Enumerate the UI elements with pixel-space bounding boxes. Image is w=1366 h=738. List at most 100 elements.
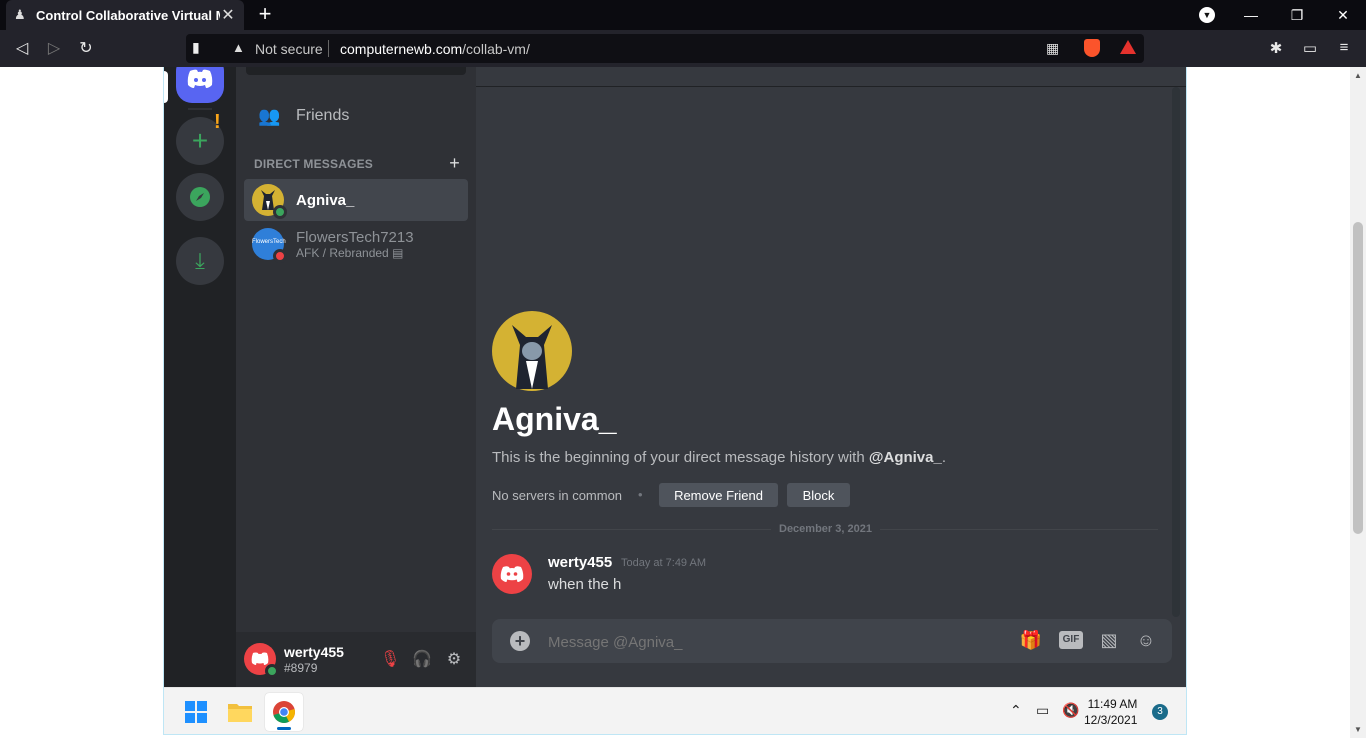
clock-time: 11:49 AM: [1087, 697, 1138, 711]
back-icon[interactable]: ◁: [11, 38, 33, 60]
dot-separator: •: [638, 487, 643, 502]
emoji-icon[interactable]: ☺: [1134, 630, 1158, 651]
dm-item-agniva[interactable]: Agniva_: [244, 179, 468, 221]
attach-plus-icon[interactable]: +: [510, 631, 530, 651]
avatar: [252, 184, 287, 219]
active-indicator: [277, 727, 291, 730]
close-tab-icon[interactable]: ✕: [220, 5, 236, 25]
gif-button[interactable]: GIF: [1059, 631, 1083, 649]
message-composer: + 🎁 GIF ▧ ☺: [492, 619, 1172, 663]
tab-search-icon[interactable]: ▼: [1199, 7, 1215, 23]
menu-icon[interactable]: ≡: [1334, 39, 1354, 56]
dm-name: FlowersTech7213: [296, 228, 414, 246]
dm-text: FlowersTech7213 AFK / Rebranded ▤: [284, 229, 414, 260]
dm-header-label: DIRECT MESSAGES: [254, 157, 374, 171]
dm-intro-text: This is the beginning of your direct mes…: [492, 449, 946, 466]
friends-icon: 👥: [258, 105, 281, 126]
message-author[interactable]: werty455: [548, 554, 612, 571]
close-window-button[interactable]: ✕: [1320, 0, 1366, 30]
remove-friend-button[interactable]: Remove Friend: [659, 483, 778, 507]
windows-logo-icon: [185, 701, 207, 723]
chat-scrollbar[interactable]: [1172, 87, 1180, 617]
message-text: when the h: [548, 576, 622, 593]
block-button[interactable]: Block: [787, 483, 850, 507]
windows-taskbar: ⌃ ▭ 🔇 11:49 AM 12/3/2021 3: [164, 687, 1186, 734]
friends-nav-item[interactable]: 👥 Friends: [244, 100, 468, 132]
dm-item-flowerstech[interactable]: FlowersTech FlowersTech7213 AFK / Rebran…: [244, 223, 468, 265]
avatar-text: FlowersTech: [252, 239, 286, 245]
chrome-icon: [273, 701, 295, 723]
online-status-icon: [273, 205, 287, 219]
browser-toolbar: ◁ ▷ ↻ ▮ ▲ Not secure computernewb.com/co…: [0, 30, 1366, 67]
bookmark-icon[interactable]: ▮: [192, 39, 200, 56]
address-bar[interactable]: ▮ ▲ Not secure computernewb.com/collab-v…: [186, 34, 1144, 63]
create-dm-icon[interactable]: +: [449, 153, 460, 174]
cat-avatar-icon: [512, 325, 552, 389]
intro-prefix: This is the beginning of your direct mes…: [492, 449, 869, 466]
wallet-icon[interactable]: ▭: [1300, 39, 1320, 57]
chrome-button[interactable]: [265, 693, 303, 731]
tab-favicon-icon: ♟: [14, 7, 26, 22]
page-scrollbar[interactable]: ▲ ▼: [1350, 67, 1366, 738]
explore-servers-button[interactable]: [176, 173, 224, 221]
gift-icon[interactable]: 🎁: [1019, 630, 1043, 651]
avatar[interactable]: [244, 643, 279, 678]
clock-date: 12/3/2021: [1084, 713, 1138, 727]
system-clock[interactable]: 11:49 AM 12/3/2021: [1084, 696, 1137, 728]
user-tag: #8979: [284, 661, 318, 675]
qr-code-icon[interactable]: ▦: [1046, 40, 1059, 57]
forward-icon[interactable]: ▷: [43, 38, 65, 60]
start-button[interactable]: [177, 693, 215, 731]
restore-button[interactable]: ❐: [1274, 0, 1320, 30]
chat-header: [476, 67, 1186, 87]
dm-sidebar: 👥 Friends DIRECT MESSAGES + Agniva_ Flow…: [236, 67, 476, 687]
find-conversation-input[interactable]: [246, 67, 466, 75]
status-note-icon: ▤: [392, 245, 404, 260]
server-separator: [188, 108, 212, 110]
vm-screen[interactable]: + ! ⤓ 👥 Friends DIRECT MESSAGES + Agniva…: [163, 67, 1187, 735]
profile-name: Agniva_: [492, 401, 617, 437]
date-divider-label: December 3, 2021: [771, 523, 880, 535]
dm-subtitle: AFK / Rebranded ▤: [296, 246, 414, 260]
dm-status-text: AFK / Rebranded: [296, 245, 389, 260]
sticker-icon[interactable]: ▧: [1097, 630, 1121, 651]
download-apps-button[interactable]: ⤓: [176, 237, 224, 285]
brave-shields-icon[interactable]: [1084, 39, 1100, 57]
notification-badge[interactable]: 3: [1152, 704, 1168, 720]
discord-home-button[interactable]: [176, 67, 224, 103]
compass-icon: [190, 187, 210, 207]
url-text[interactable]: computernewb.com/collab-vm/: [340, 41, 530, 57]
dnd-status-icon: [273, 249, 287, 263]
mute-mic-icon[interactable]: 🎙: [380, 649, 400, 669]
browser-tab[interactable]: ♟ Control Collaborative Virtual Mac ✕: [6, 0, 244, 30]
username: werty455: [284, 644, 344, 660]
profile-avatar[interactable]: [492, 311, 572, 391]
file-explorer-button[interactable]: [221, 693, 259, 731]
minimize-button[interactable]: —: [1228, 0, 1274, 30]
web-page: + ! ⤓ 👥 Friends DIRECT MESSAGES + Agniva…: [0, 67, 1350, 738]
reload-icon[interactable]: ↻: [75, 38, 97, 60]
server-list: + ! ⤓: [164, 67, 236, 687]
message-avatar[interactable]: [492, 554, 532, 594]
chevron-up-icon[interactable]: ⌃: [1010, 702, 1022, 719]
network-icon[interactable]: ▭: [1036, 702, 1049, 719]
user-panel: werty455 #8979 🎙 🎧 ⚙: [236, 632, 476, 687]
scrollbar-thumb[interactable]: [1353, 222, 1363, 534]
headphones-icon[interactable]: 🎧: [412, 649, 432, 669]
extensions-icon[interactable]: ✱: [1266, 39, 1286, 57]
not-secure-label[interactable]: Not secure: [255, 41, 323, 57]
message-input[interactable]: [548, 632, 988, 652]
scroll-up-icon[interactable]: ▲: [1353, 71, 1363, 80]
url-domain: computernewb.com: [340, 41, 463, 57]
warning-icon[interactable]: ▲: [232, 40, 245, 55]
scroll-down-icon[interactable]: ▼: [1353, 725, 1363, 734]
dm-header: DIRECT MESSAGES +: [254, 153, 460, 173]
friends-label: Friends: [296, 107, 350, 124]
discord-logo-icon: [500, 566, 524, 582]
volume-muted-icon[interactable]: 🔇: [1062, 702, 1079, 719]
settings-gear-icon[interactable]: ⚙: [444, 649, 464, 669]
url-path: /collab-vm/: [462, 41, 530, 57]
brave-rewards-icon[interactable]: [1120, 40, 1136, 54]
intro-handle: @Agniva_: [868, 449, 942, 466]
new-tab-button[interactable]: +: [254, 3, 276, 27]
